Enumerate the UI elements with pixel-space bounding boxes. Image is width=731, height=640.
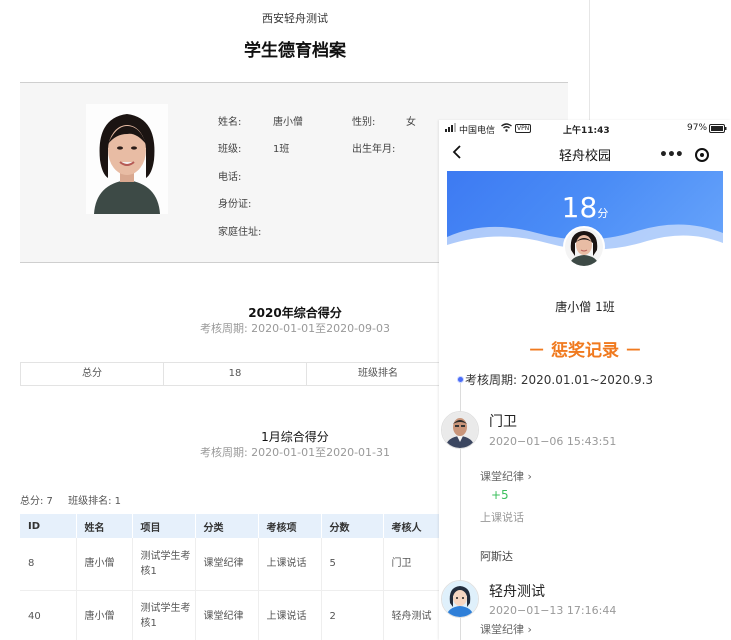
battery-icon (709, 124, 727, 136)
col-header: 考核人 (383, 514, 441, 538)
table-cell: 课堂纪律 (195, 538, 259, 591)
summary-rank-header: 班级排名 (358, 368, 398, 379)
assessment-period: 考核周期: 2020.01.01~2020.9.3 (465, 373, 654, 387)
timeline-start-dot (457, 376, 464, 383)
report-title: 学生德育档案 (244, 41, 346, 61)
score-value: 18 (561, 191, 598, 224)
mini-program-capsule: ••• (645, 143, 721, 167)
name-value: 唐小僧 (273, 117, 303, 128)
class-label: 班级: (218, 144, 242, 155)
month-stats: 总分: 7 班级排名: 1 (20, 492, 121, 507)
table-cell: 上课说话 (258, 538, 322, 591)
student-avatar (563, 226, 605, 268)
address-label: 家庭住址: (218, 227, 262, 238)
recorder-avatar (441, 580, 479, 618)
table-cell: 2 (321, 590, 384, 640)
status-bar: 中国电信 VPN 上午11:43 97% (439, 120, 731, 138)
summary-total-value: 18 (164, 363, 307, 385)
gender-label: 性别: (352, 117, 376, 128)
col-header: 分类 (195, 514, 259, 538)
school-name: 西安轻舟测试 (262, 12, 328, 25)
record-recorder: 轻舟测试 (489, 584, 545, 600)
close-target-icon[interactable] (695, 148, 709, 162)
nav-bar: 轻舟校园 ••• (439, 140, 731, 168)
status-time: 上午11:43 (563, 126, 610, 136)
reward-records-title: － 惩奖记录 － (528, 341, 642, 361)
table-header-row: ID 姓名 项目 分类 考核项 分数 考核人 (20, 514, 441, 538)
record-points: +5 (491, 488, 509, 502)
table-cell: 5 (321, 538, 384, 591)
class-value: 1班 (273, 144, 290, 155)
id-card-label: 身份证: (218, 199, 252, 210)
table-cell: 门卫 (383, 538, 441, 591)
more-icon[interactable]: ••• (659, 147, 684, 163)
records-table: ID 姓名 项目 分类 考核项 分数 考核人 8 唐小僧 测试学生考核1 课堂纪… (20, 514, 441, 640)
table-cell: 上课说话 (258, 590, 322, 640)
score-display: 18分 (447, 191, 723, 224)
summary-total-header: 总分 (21, 363, 164, 385)
battery-percent: 97% (687, 123, 708, 133)
student-name-class: 唐小僧 1班 (555, 300, 615, 314)
record-category-link[interactable]: 课堂纪律 › (480, 468, 532, 484)
record-item: 上课说话 (480, 511, 524, 524)
table-cell: 课堂纪律 (195, 590, 259, 640)
table-cell: 8 (20, 538, 77, 591)
col-header: ID (20, 514, 77, 538)
table-cell: 轻舟测试 (383, 590, 441, 640)
table-cell: 测试学生考核1 (132, 590, 196, 640)
record-recorder: 门卫 (489, 414, 517, 430)
col-header: 姓名 (76, 514, 133, 538)
student-photo (86, 104, 168, 214)
birth-label: 出生年月: (352, 144, 396, 155)
table-row: 40 唐小僧 测试学生考核1 课堂纪律 上课说话 2 轻舟测试 (20, 590, 441, 640)
col-header: 分数 (321, 514, 384, 538)
table-cell: 唐小僧 (76, 538, 133, 591)
table-cell: 40 (20, 590, 77, 640)
table-row: 8 唐小僧 测试学生考核1 课堂纪律 上课说话 5 门卫 (20, 538, 441, 591)
vpn-badge: VPN (515, 124, 532, 133)
wifi-icon (501, 123, 512, 135)
signal-icon (445, 123, 457, 135)
name-label: 姓名: (218, 117, 242, 128)
record-time: 2020−01−13 17:16:44 (489, 604, 617, 617)
table-cell: 测试学生考核1 (132, 538, 196, 591)
record-category-link[interactable]: 课堂纪律 › (480, 621, 532, 637)
table-cell: 唐小僧 (76, 590, 133, 640)
recorder-avatar (441, 411, 479, 449)
gender-value: 女 (406, 117, 416, 128)
mobile-screen: 中国电信 VPN 上午11:43 97% 轻舟校园 ••• 18分 唐小僧 1班… (439, 120, 731, 640)
record-time: 2020−01−06 15:43:51 (489, 435, 617, 448)
col-header: 考核项 (258, 514, 322, 538)
record-note: 阿斯达 (480, 550, 513, 563)
carrier: 中国电信 (459, 126, 496, 136)
score-unit: 分 (597, 207, 609, 220)
month-total: 总分: 7 (20, 496, 53, 507)
phone-label: 电话: (218, 172, 242, 183)
col-header: 项目 (132, 514, 196, 538)
overall-summary-table: 总分 18 班级排名 (20, 362, 450, 386)
month-rank: 班级排名: 1 (68, 496, 122, 507)
